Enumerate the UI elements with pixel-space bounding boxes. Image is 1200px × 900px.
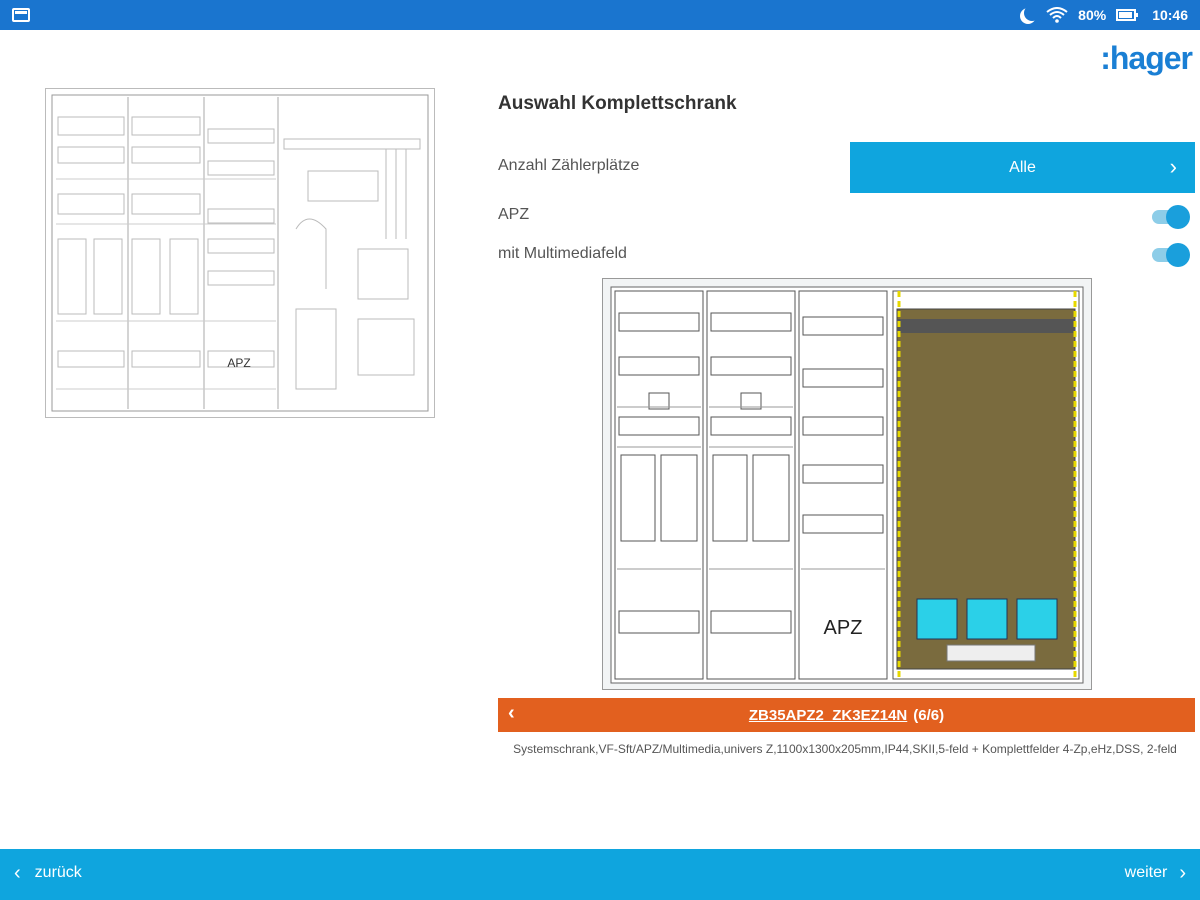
chevron-right-icon: › [1179,862,1186,884]
wifi-icon [1046,7,1068,23]
back-button[interactable]: ‹ zurück [14,863,82,883]
app-icon [12,8,30,22]
apz-label: APZ [498,206,530,223]
cabinet-thumbnail-drawing: APZ [51,94,429,412]
cabinet-preview-drawing: APZ [610,286,1084,684]
meter-slots-select[interactable]: Alle › [850,142,1195,193]
clock: 10:46 [1152,7,1188,23]
next-label: weiter [1124,864,1168,881]
moon-icon [1024,5,1040,21]
apz-toggle-knob [1166,205,1190,229]
multimedia-toggle[interactable] [1150,242,1190,268]
meter-slots-value: Alle [1009,158,1036,176]
page-title: Auswahl Komplettschrank [498,93,737,114]
multimedia-toggle-knob [1166,243,1190,267]
cabinet-apz-label: APZ [824,617,863,639]
status-icons: 80% 10:46 [1020,0,1188,30]
variant-pager: ‹ ZB35APZ2_ZK3EZ14N (6/6) [498,698,1195,732]
chevron-left-icon: ‹ [14,862,21,884]
cabinet-preview: APZ [602,278,1092,690]
variant-count: (6/6) [913,706,945,724]
meter-slots-label: Anzahl Zählerplätze [498,157,640,174]
chevron-right-icon: › [1169,154,1177,179]
apz-toggle[interactable] [1150,204,1190,230]
bottom-navigation: ‹ zurück weiter › [0,849,1200,900]
back-label: zurück [34,864,82,881]
chevron-left-icon[interactable]: ‹ [508,702,515,725]
battery-percent: 80% [1078,7,1107,23]
battery-icon [1116,9,1139,21]
cabinet-thumbnail: APZ [45,88,435,418]
variant-description: Systemschrank,VF-Sft/APZ/Multimedia,univ… [513,742,1177,756]
hager-logo: :hager [1100,40,1193,76]
next-button[interactable]: weiter › [1125,863,1186,883]
thumbnail-apz-label: APZ [227,356,250,370]
status-bar: 80% 10:46 [0,0,1200,30]
multimedia-label: mit Multimediafeld [498,245,627,262]
variant-code-link[interactable]: ZB35APZ2_ZK3EZ14N [749,707,907,724]
